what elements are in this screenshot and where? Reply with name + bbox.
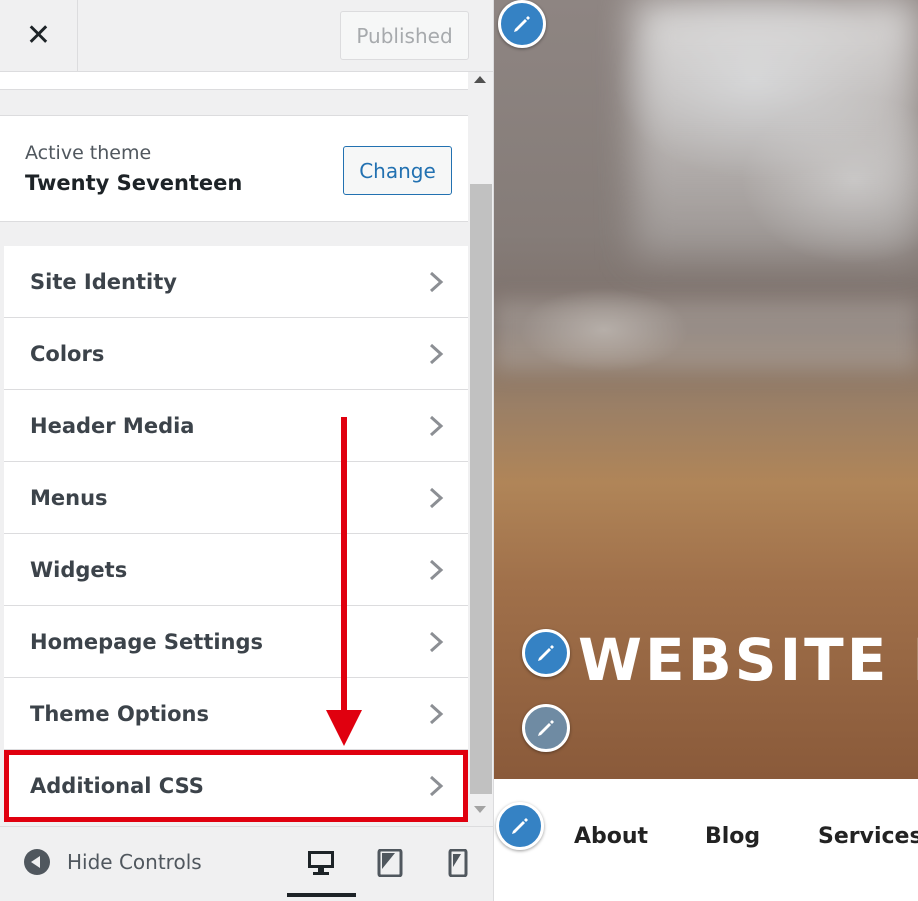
chevron-right-icon bbox=[429, 775, 444, 797]
nav-link-services[interactable]: Services bbox=[818, 824, 918, 849]
customizer-menu: Site Identity Colors Header Media Menus … bbox=[4, 246, 468, 822]
menu-item-site-identity[interactable]: Site Identity bbox=[4, 246, 468, 318]
edit-tagline-pencil-icon[interactable] bbox=[522, 704, 570, 752]
menu-item-label: Widgets bbox=[30, 557, 128, 582]
menu-item-label: Additional CSS bbox=[30, 773, 204, 798]
customizer-panel: Active theme Twenty Seventeen Change Sit… bbox=[0, 72, 468, 826]
chevron-right-icon bbox=[429, 415, 444, 437]
panel-scrollbar[interactable] bbox=[468, 72, 493, 826]
active-theme-label: Active theme bbox=[25, 142, 152, 164]
collapse-icon bbox=[24, 849, 50, 875]
customizer-sidebar: ✕ Published Active theme Twenty Seventee… bbox=[0, 0, 494, 901]
menu-item-homepage-settings[interactable]: Homepage Settings bbox=[4, 606, 468, 678]
scroll-down-icon[interactable] bbox=[474, 806, 486, 813]
change-theme-button[interactable]: Change bbox=[343, 146, 452, 195]
chevron-right-icon bbox=[429, 631, 444, 653]
edit-title-pencil-icon[interactable] bbox=[522, 629, 570, 677]
edit-header-pencil-icon[interactable] bbox=[498, 0, 546, 48]
menu-item-label: Theme Options bbox=[30, 701, 209, 726]
annotation-arrow-shaft bbox=[341, 417, 347, 717]
chevron-right-icon bbox=[429, 487, 444, 509]
menu-item-label: Colors bbox=[30, 341, 105, 366]
panel-info-strip bbox=[0, 72, 468, 90]
active-theme-section: Active theme Twenty Seventeen Change bbox=[0, 115, 468, 222]
chevron-right-icon bbox=[429, 703, 444, 725]
scroll-up-icon[interactable] bbox=[474, 76, 486, 83]
chevron-right-icon bbox=[429, 343, 444, 365]
menu-item-header-media[interactable]: Header Media bbox=[4, 390, 468, 462]
menu-item-colors[interactable]: Colors bbox=[4, 318, 468, 390]
nav-link-blog[interactable]: Blog bbox=[705, 824, 760, 849]
menu-item-theme-options[interactable]: Theme Options bbox=[4, 678, 468, 750]
hero-shelf-blur bbox=[494, 300, 918, 370]
active-device-indicator bbox=[287, 893, 356, 897]
publish-button[interactable]: Published bbox=[340, 11, 469, 60]
annotation-arrow-head bbox=[326, 710, 362, 746]
tablet-icon[interactable] bbox=[370, 843, 410, 883]
active-theme-name: Twenty Seventeen bbox=[25, 171, 243, 195]
chevron-right-icon bbox=[429, 271, 444, 293]
site-title[interactable]: WEBSITE N bbox=[578, 626, 918, 694]
menu-item-label: Header Media bbox=[30, 413, 195, 438]
scroll-thumb[interactable] bbox=[470, 184, 492, 794]
menu-item-menus[interactable]: Menus bbox=[4, 462, 468, 534]
customizer-footer: Hide Controls bbox=[0, 826, 493, 901]
customizer-header: ✕ Published bbox=[0, 0, 493, 72]
mobile-icon[interactable] bbox=[438, 843, 478, 883]
desktop-icon[interactable] bbox=[301, 843, 341, 883]
hide-controls-button[interactable]: Hide Controls bbox=[24, 849, 202, 875]
site-navigation: About Blog Services bbox=[494, 779, 918, 901]
edit-menu-pencil-icon[interactable] bbox=[496, 802, 544, 850]
nav-link-about[interactable]: About bbox=[574, 824, 648, 849]
chevron-right-icon bbox=[429, 559, 444, 581]
menu-item-additional-css[interactable]: Additional CSS bbox=[4, 750, 468, 822]
hide-controls-label: Hide Controls bbox=[67, 850, 202, 874]
hero-window-light bbox=[634, 0, 918, 260]
menu-item-label: Menus bbox=[30, 485, 108, 510]
menu-item-widgets[interactable]: Widgets bbox=[4, 534, 468, 606]
close-icon[interactable]: ✕ bbox=[0, 0, 78, 71]
site-preview: WEBSITE N About Blog Services bbox=[494, 0, 918, 901]
menu-item-label: Site Identity bbox=[30, 269, 177, 294]
menu-item-label: Homepage Settings bbox=[30, 629, 264, 654]
